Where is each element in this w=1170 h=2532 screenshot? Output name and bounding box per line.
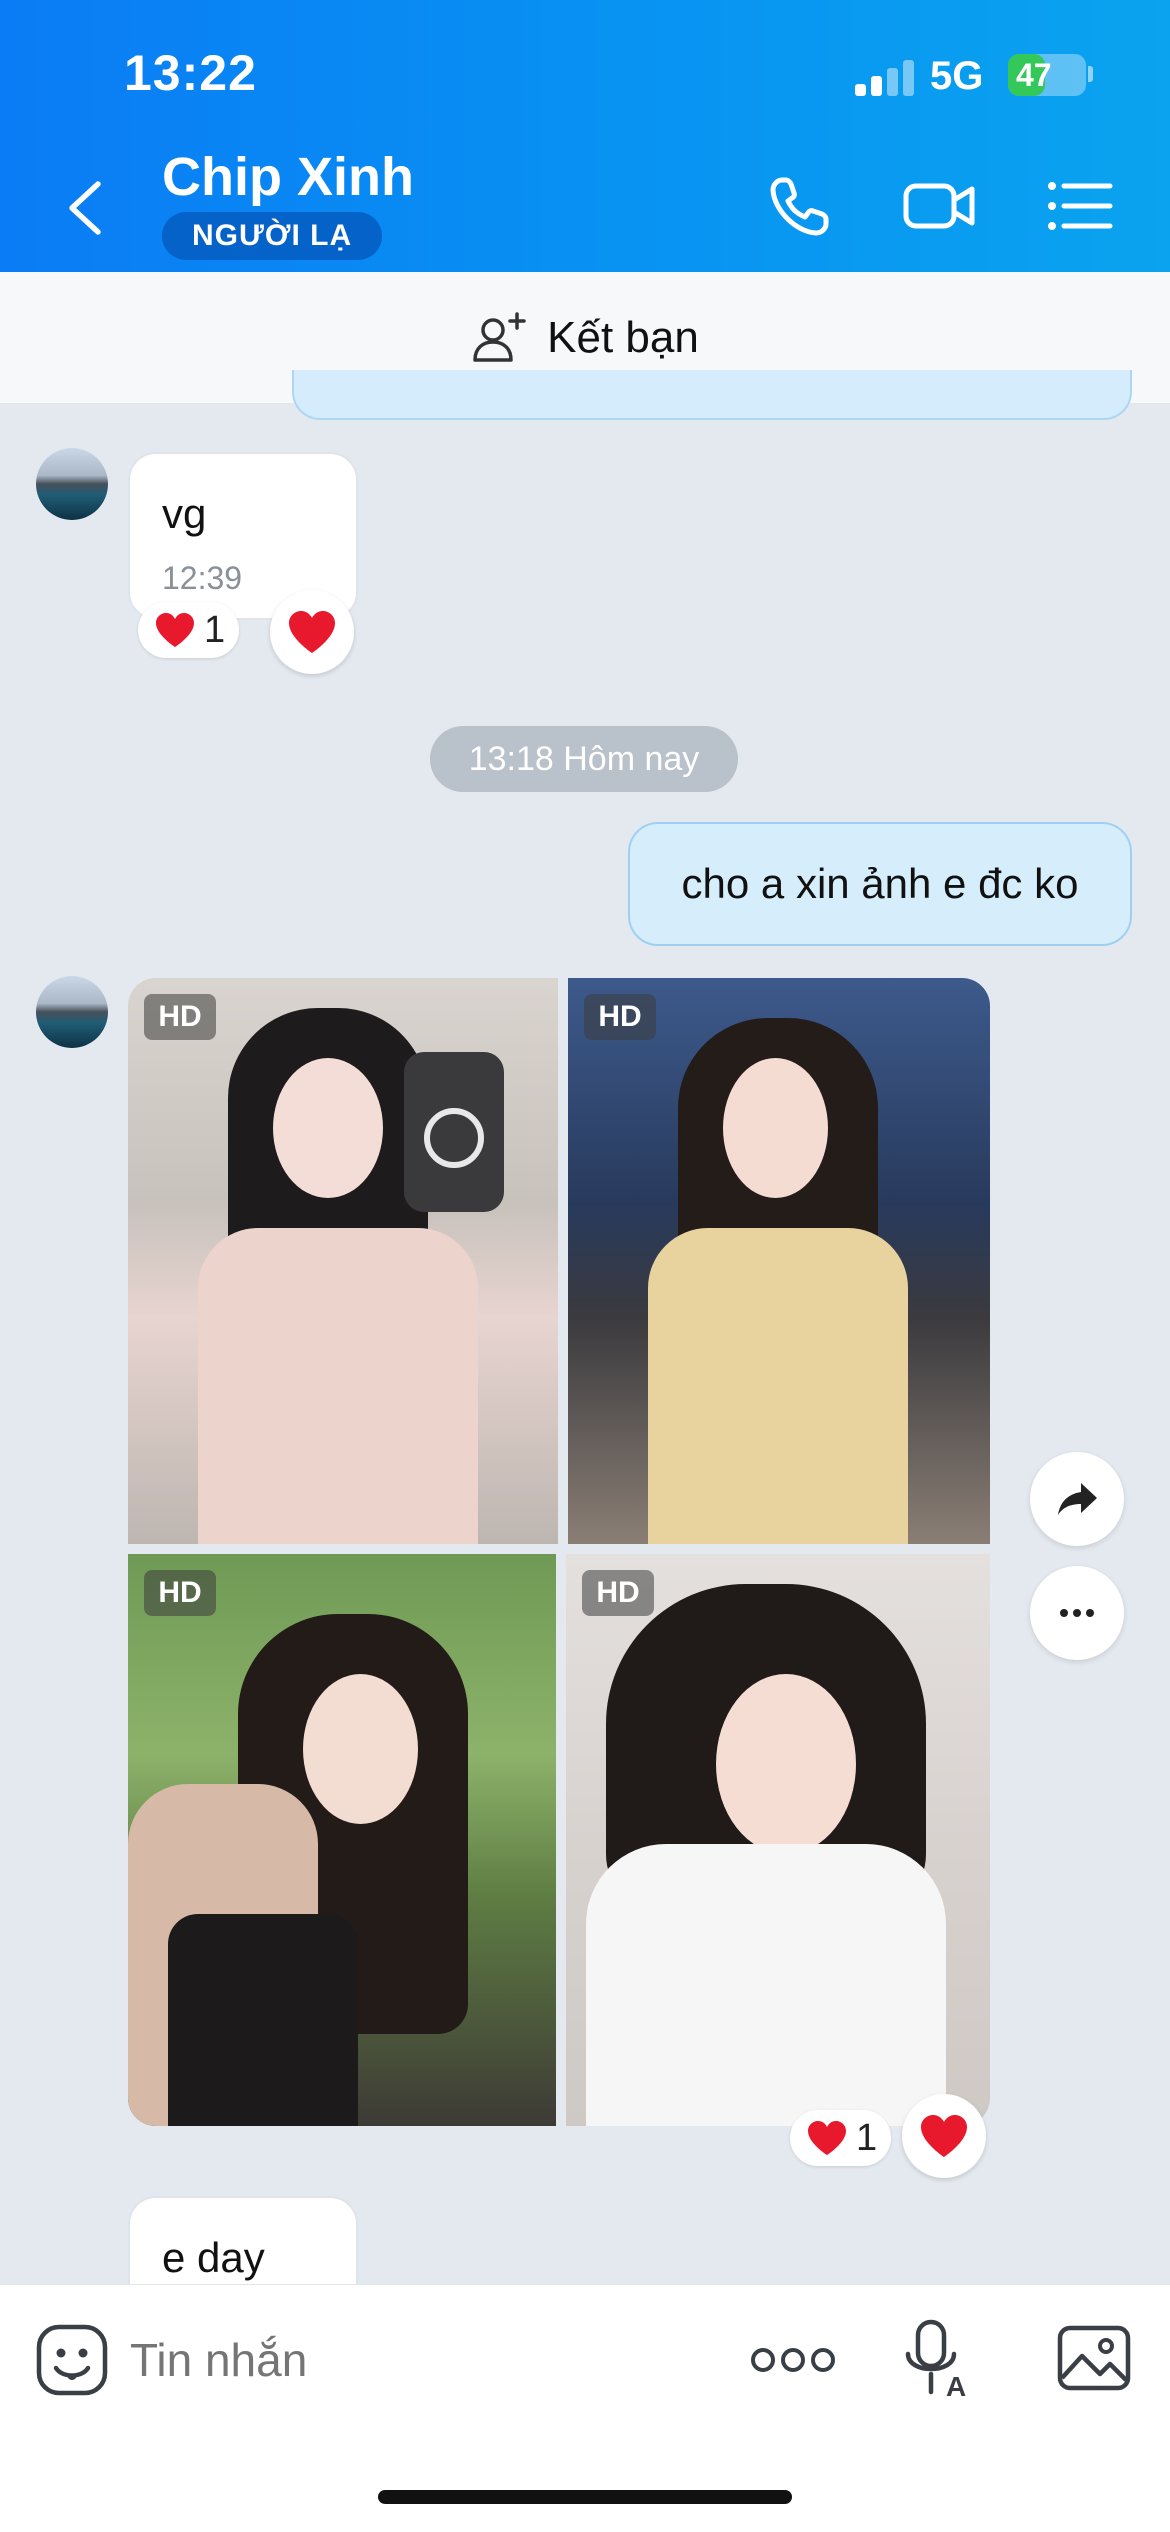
message-bubble-outgoing[interactable]: cho a xin ảnh e đc ko <box>628 822 1132 946</box>
reaction-count-pill[interactable]: 1 <box>790 2110 892 2166</box>
contact-name[interactable]: Chip Xinh <box>162 146 414 208</box>
contact-avatar[interactable] <box>36 976 108 1048</box>
battery-tip <box>1088 66 1093 82</box>
more-dots-icon <box>1060 1609 1094 1617</box>
photo-2[interactable]: HD <box>568 978 990 1544</box>
svg-text:A: A <box>946 2371 966 2402</box>
message-text: e day <box>162 2234 265 2281</box>
message-text: vg <box>162 490 207 537</box>
photo-1[interactable]: HD <box>128 978 558 1544</box>
reaction-count: 1 <box>204 608 226 651</box>
chat-header: 13:22 5G 47 Chip Xinh NGƯỜI LẠ <box>0 0 1170 272</box>
heart-icon <box>808 2121 846 2155</box>
battery-indicator: 47 <box>1008 54 1086 96</box>
message-time: 12:39 <box>162 560 243 596</box>
hd-badge: HD <box>584 994 656 1040</box>
contact-avatar[interactable] <box>36 448 108 520</box>
previous-message-bubble <box>292 370 1132 420</box>
reaction-count: 1 <box>856 2116 878 2159</box>
phone-icon[interactable] <box>760 166 840 246</box>
more-options-button[interactable] <box>1030 1566 1124 1660</box>
message-input[interactable] <box>130 2318 690 2402</box>
share-forward-button[interactable] <box>1030 1452 1124 1546</box>
heart-icon <box>156 613 194 647</box>
message-text: cho a xin ảnh e đc ko <box>681 860 1079 907</box>
emoji-sticker-icon[interactable] <box>34 2322 110 2398</box>
heart-icon <box>921 2115 967 2157</box>
more-options-icon[interactable] <box>748 2336 838 2384</box>
reaction-count-pill[interactable]: 1 <box>138 602 240 658</box>
photo-3[interactable]: HD <box>128 1554 556 2126</box>
date-separator: 13:18 Hôm nay <box>430 726 738 792</box>
share-forward-icon <box>1058 1483 1097 1515</box>
hd-badge: HD <box>144 994 216 1040</box>
hd-badge: HD <box>144 1570 216 1616</box>
image-gallery-icon[interactable] <box>1056 2324 1132 2392</box>
react-heart-button[interactable] <box>902 2094 986 2178</box>
add-user-icon <box>473 311 526 362</box>
photo-4[interactable]: HD <box>566 1554 990 2126</box>
stranger-badge: NGƯỜI LẠ <box>162 212 383 260</box>
battery-level: 47 <box>1016 57 1052 93</box>
voice-to-text-icon[interactable]: A <box>900 2318 970 2402</box>
cellular-signal-icon <box>855 60 915 96</box>
network-type: 5G <box>930 54 984 98</box>
add-friend-label: Kết bạn <box>547 312 699 362</box>
back-icon[interactable] <box>62 176 112 240</box>
home-indicator <box>378 2490 792 2504</box>
menu-list-icon[interactable] <box>1040 166 1120 246</box>
heart-icon <box>289 611 335 653</box>
react-heart-button[interactable] <box>270 590 354 674</box>
hd-badge: HD <box>582 1570 654 1616</box>
video-call-icon[interactable] <box>900 166 980 246</box>
status-time: 13:22 <box>124 45 257 101</box>
